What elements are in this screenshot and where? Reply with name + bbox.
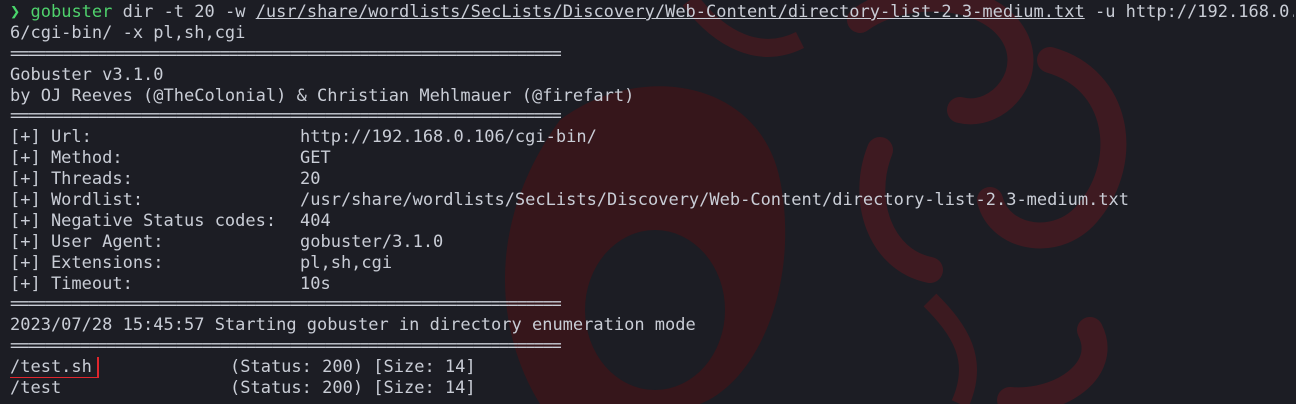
separator: ========================================…: [10, 336, 562, 357]
config-negative-status: [+] Negative Status codes: 404: [10, 211, 1294, 232]
config-threads: [+] Threads: 20: [10, 169, 1294, 190]
command-name: gobuster: [30, 2, 113, 22]
prompt-symbol: ❯: [10, 2, 21, 22]
config-extensions: [+] Extensions: pl,sh,cgi: [10, 253, 1294, 274]
config-value: http://192.168.0.106/cgi-bin/: [300, 127, 597, 148]
result-info: (Status: 200) [Size: 14]: [230, 378, 476, 399]
config-value: gobuster/3.1.0: [300, 231, 444, 252]
terminal-window[interactable]: ❯ gobuster dir -t 20 -w /usr/share/wordl…: [0, 0, 1296, 404]
config-wordlist: [+] Wordlist: /usr/share/wordlists/SecLis…: [10, 190, 1294, 211]
result-path-highlighted[interactable]: /test.sh: [10, 357, 99, 379]
config-value: /usr/share/wordlists/SecLists/Discovery/…: [300, 190, 1130, 211]
config-value: 10s: [300, 273, 331, 294]
config-key: [+] Wordlist:: [10, 190, 144, 211]
banner-authors: by OJ Reeves (@TheColonial) & Christian …: [10, 85, 635, 106]
config-method: [+] Method: GET: [10, 148, 1294, 169]
config-value: 20: [300, 169, 321, 190]
separator: ========================================…: [10, 43, 562, 64]
command-args: dir -t 20 -w: [112, 2, 256, 22]
wordlist-path-link[interactable]: /usr/share/wordlists/SecLists/Discovery/…: [256, 2, 1085, 22]
result-row: /test (Status: 200) [Size: 14]: [10, 378, 1294, 399]
config-key: [+] Extensions:: [10, 252, 164, 273]
command-line-wrap: 6/cgi-bin/ -x pl,sh,cgi: [10, 22, 246, 43]
config-key: [+] Threads:: [10, 169, 133, 190]
terminal-output: ❯ gobuster dir -t 20 -w /usr/share/wordl…: [10, 2, 1294, 399]
banner-version: Gobuster v3.1.0: [10, 64, 164, 85]
start-message: 2023/07/28 15:45:57 Starting gobuster in…: [10, 315, 696, 336]
config-key: [+] Negative Status codes:: [10, 210, 277, 231]
separator: ========================================…: [10, 106, 562, 127]
config-key: [+] Method:: [10, 148, 123, 169]
config-value: GET: [300, 148, 331, 169]
config-timeout: [+] Timeout: 10s: [10, 274, 1294, 295]
config-user-agent: [+] User Agent: gobuster/3.1.0: [10, 232, 1294, 253]
separator: ========================================…: [10, 294, 562, 315]
config-url: [+] Url: http://192.168.0.106/cgi-bin/: [10, 127, 1294, 148]
config-key: [+] User Agent:: [10, 231, 164, 252]
result-row: /test.sh (Status: 200) [Size: 14]: [10, 357, 1294, 379]
config-key: [+] Url:: [10, 127, 92, 148]
config-key: [+] Timeout:: [10, 273, 133, 294]
config-value: 404: [300, 210, 331, 231]
command-args-url: -u http://192.168.0.10: [1094, 2, 1294, 22]
result-info: (Status: 200) [Size: 14]: [230, 357, 476, 378]
config-value: pl,sh,cgi: [300, 252, 393, 273]
command-line[interactable]: ❯ gobuster dir -t 20 -w /usr/share/wordl…: [10, 2, 1294, 23]
result-path[interactable]: /test: [10, 378, 230, 399]
